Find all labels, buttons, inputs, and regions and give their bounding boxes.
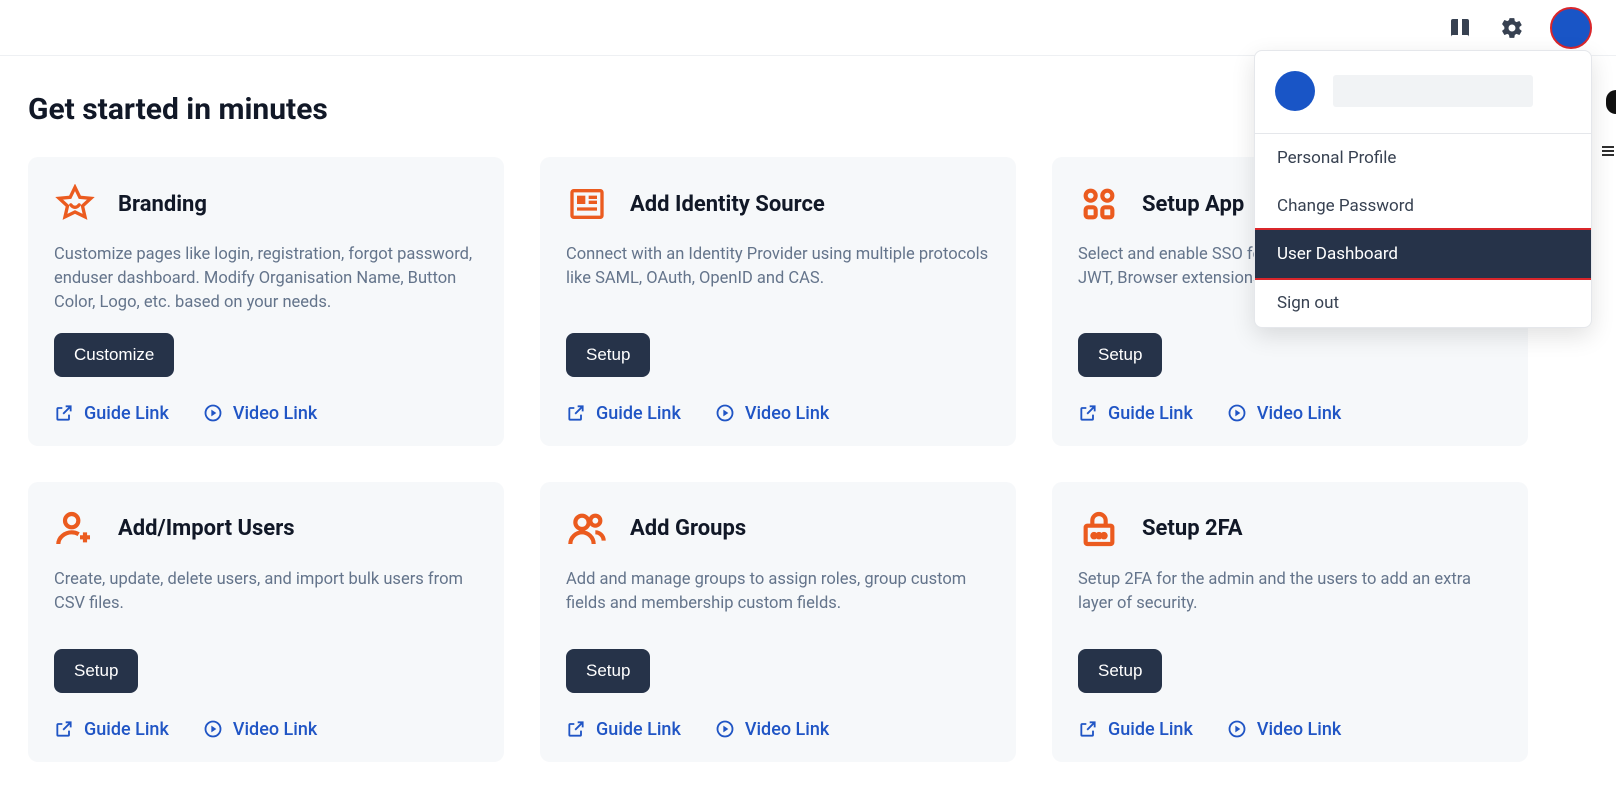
play-circle-icon [1227,719,1247,739]
menu-personal-profile[interactable]: Personal Profile [1255,134,1591,182]
setup-button[interactable]: Setup [54,649,138,693]
topbar [0,0,1616,56]
guide-link-label: Guide Link [596,403,681,424]
card-desc: Setup 2FA for the admin and the users to… [1078,568,1502,631]
users-icon [566,508,608,550]
book-icon[interactable] [1446,14,1474,42]
guide-link-label: Guide Link [84,719,169,740]
setup-button[interactable]: Setup [566,649,650,693]
guide-link[interactable]: Guide Link [566,403,681,424]
video-link[interactable]: Video Link [1227,403,1341,424]
card-desc: Connect with an Identity Provider using … [566,243,990,315]
card-add-users: Add/Import Users Create, update, delete … [28,482,504,762]
card-title: Add Groups [630,516,746,541]
user-plus-icon [54,508,96,550]
menu-user-dashboard[interactable]: User Dashboard [1254,228,1592,280]
badge-peek [1606,90,1616,114]
card-add-groups: Add Groups Add and manage groups to assi… [540,482,1016,762]
guide-link-label: Guide Link [84,403,169,424]
guide-link[interactable]: Guide Link [54,403,169,424]
gear-icon[interactable] [1498,14,1526,42]
play-circle-icon [203,403,223,423]
avatar-button[interactable] [1550,7,1592,49]
play-circle-icon [715,719,735,739]
guide-link-label: Guide Link [596,719,681,740]
guide-link-label: Guide Link [1108,403,1193,424]
hamburger-icon[interactable] [1600,141,1616,161]
card-title: Branding [118,192,207,217]
external-link-icon [54,719,74,739]
video-link-label: Video Link [745,403,829,424]
guide-link[interactable]: Guide Link [566,719,681,740]
external-link-icon [566,403,586,423]
apps-icon [1078,183,1120,225]
dropdown-header [1255,51,1591,134]
card-setup-2fa: Setup 2FA Setup 2FA for the admin and th… [1052,482,1528,762]
setup-button[interactable]: Setup [566,333,650,377]
setup-button[interactable]: Setup [1078,333,1162,377]
guide-link[interactable]: Guide Link [1078,403,1193,424]
lock-icon [1078,508,1120,550]
customize-button[interactable]: Customize [54,333,174,377]
video-link-label: Video Link [745,719,829,740]
card-title: Setup App [1142,192,1244,217]
menu-sign-out[interactable]: Sign out [1255,279,1591,327]
card-desc: Create, update, delete users, and import… [54,568,478,631]
external-link-icon [1078,403,1098,423]
video-link-label: Video Link [233,719,317,740]
card-desc: Customize pages like login, registration… [54,243,478,315]
video-link[interactable]: Video Link [715,719,829,740]
card-title: Add Identity Source [630,192,825,217]
video-link-label: Video Link [1257,719,1341,740]
card-branding: Branding Customize pages like login, reg… [28,157,504,446]
external-link-icon [54,403,74,423]
menu-change-password[interactable]: Change Password [1255,182,1591,230]
card-desc: Add and manage groups to assign roles, g… [566,568,990,631]
guide-link[interactable]: Guide Link [1078,719,1193,740]
video-link[interactable]: Video Link [1227,719,1341,740]
guide-link[interactable]: Guide Link [54,719,169,740]
external-link-icon [566,719,586,739]
star-icon [54,183,96,225]
user-dropdown: Personal Profile Change Password User Da… [1254,50,1592,328]
video-link-label: Video Link [1257,403,1341,424]
play-circle-icon [203,719,223,739]
play-circle-icon [715,403,735,423]
video-link[interactable]: Video Link [203,719,317,740]
video-link-label: Video Link [233,403,317,424]
user-name-placeholder [1333,75,1533,107]
video-link[interactable]: Video Link [715,403,829,424]
card-identity-source: Add Identity Source Connect with an Iden… [540,157,1016,446]
video-link[interactable]: Video Link [203,403,317,424]
id-card-icon [566,183,608,225]
card-title: Setup 2FA [1142,516,1243,541]
external-link-icon [1078,719,1098,739]
avatar [1275,71,1315,111]
setup-button[interactable]: Setup [1078,649,1162,693]
play-circle-icon [1227,403,1247,423]
guide-link-label: Guide Link [1108,719,1193,740]
card-title: Add/Import Users [118,516,295,541]
